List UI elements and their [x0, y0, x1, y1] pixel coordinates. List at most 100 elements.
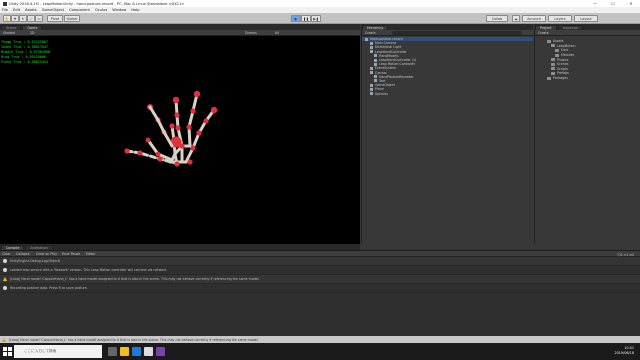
pause-icon[interactable]: ❚❚ — [301, 15, 311, 22]
folder-icon — [551, 62, 555, 66]
file-explorer-icon[interactable] — [120, 347, 129, 356]
hierarchy-panel: Create hand-posture-record Main Camera D… — [361, 30, 533, 244]
gameobject-icon — [370, 66, 373, 70]
edge-browser-icon[interactable] — [132, 347, 141, 356]
layers-dropdown[interactable]: Layers — [548, 15, 572, 22]
windows-taskbar: ここに入力して検索 10:41 2019/06/18 — [0, 343, 640, 360]
gameobject-icon — [374, 75, 377, 79]
gameobject-icon — [370, 71, 373, 75]
menu-component[interactable]: Component — [69, 8, 90, 12]
collab-button[interactable]: Collab — [486, 15, 508, 22]
play-icon[interactable]: ▶ — [291, 15, 301, 22]
window-title: Unity 2018.4.1f1 - LeapMotionUnity - han… — [9, 1, 185, 6]
menu-file[interactable]: File — [2, 8, 8, 12]
console-toolbar: Clear Collapse Clear on Play Error Pause… — [0, 251, 640, 257]
console-row[interactable]: UnityEngine.Debug:Log(Object) — [0, 257, 640, 266]
console-panel: Clear Collapse Clear on Play Error Pause… — [0, 250, 640, 336]
project-panel: Create Assets LeapMotion Core Modules Pl… — [534, 30, 640, 244]
taskbar-clock[interactable]: 10:41 2019/06/18 — [614, 346, 634, 356]
menu-window[interactable]: Window — [112, 8, 126, 12]
folder-icon — [547, 39, 551, 43]
console-row[interactable]: Loaded leap service with a 'Network' ver… — [0, 266, 640, 275]
taskbar-search-input[interactable]: ここに入力して検索 — [14, 345, 102, 358]
scene-icon — [365, 37, 368, 41]
console-clear-button[interactable]: Clear — [2, 252, 10, 256]
rotate-tool-icon[interactable]: ↻ — [19, 15, 27, 22]
hierarchy-search-input[interactable] — [392, 31, 522, 35]
folder-icon — [555, 48, 559, 52]
capsule-hand-model — [124, 90, 218, 167]
gameobject-icon — [370, 87, 373, 91]
gameobject-icon — [374, 79, 377, 83]
menu-gameobject[interactable]: GameObject — [42, 8, 64, 12]
folder-icon — [551, 44, 555, 48]
hand-tool-icon[interactable]: ✋ — [3, 15, 11, 22]
info-icon — [3, 286, 7, 290]
gameobject-icon — [370, 50, 373, 54]
project-create-button[interactable]: Create — [538, 31, 549, 35]
info-icon — [3, 259, 7, 263]
shading-mode-dropdown[interactable]: Shaded — [3, 31, 15, 35]
close-button[interactable]: ✕ — [622, 1, 640, 6]
folder-icon — [551, 58, 555, 62]
menu-oculus[interactable]: Oculus — [95, 8, 107, 12]
hierarchy-create-button[interactable]: Create — [365, 31, 376, 35]
gameobject-icon — [374, 58, 377, 62]
editor-status-bar[interactable]: [Leap] Hand model 'CapsuleHand_L' has a … — [0, 336, 640, 343]
layout-dropdown[interactable]: Layout — [574, 15, 598, 22]
gameobject-icon — [370, 92, 373, 96]
console-clear-on-play-toggle[interactable]: Clear on Play — [36, 252, 57, 256]
task-view-icon[interactable] — [108, 347, 117, 356]
game-viewport[interactable]: Thumb True : 0.97123007 Index True : 0.9… — [0, 36, 360, 244]
window-titlebar: Unity 2018.4.1f1 - LeapMotionUnity - han… — [0, 0, 640, 7]
scale-tool-icon[interactable]: ⤢ — [27, 15, 35, 22]
hierarchy-toolbar: Create — [362, 30, 533, 36]
clock-date: 2019/06/18 — [614, 351, 634, 355]
scene-search-input[interactable]: All — [275, 31, 279, 35]
gameobject-icon — [374, 62, 377, 66]
project-folder[interactable]: Packages — [535, 76, 640, 81]
step-icon[interactable]: ▶❚ — [311, 15, 321, 22]
menu-help[interactable]: Help — [131, 8, 139, 12]
minimize-button[interactable]: — — [586, 1, 604, 6]
unity-taskbar-icon[interactable] — [144, 347, 153, 356]
move-tool-icon[interactable]: ✥ — [11, 15, 19, 22]
console-collapse-toggle[interactable]: Collapse — [16, 252, 30, 256]
global-toggle[interactable]: Global — [64, 15, 80, 22]
2d-toggle[interactable]: 2D — [30, 31, 34, 35]
gameobject-icon — [370, 41, 373, 45]
console-row[interactable]: Recording posture data. Press R to save … — [0, 284, 640, 293]
status-message: [Leap] Hand model 'CapsuleHand_L' has a … — [9, 337, 259, 342]
hierarchy-item[interactable]: Spheres — [362, 91, 533, 96]
info-icon — [3, 268, 7, 272]
console-editor-dropdown[interactable]: Editor — [86, 252, 95, 256]
menu-edit[interactable]: Edit — [13, 8, 20, 12]
rect-tool-icon[interactable]: ▭ — [35, 15, 43, 22]
hierarchy-tree: hand-posture-record Main Camera Directio… — [362, 36, 533, 96]
hand-joints — [124, 90, 218, 167]
folder-icon — [551, 67, 555, 71]
visual-studio-icon[interactable] — [156, 347, 165, 356]
console-log-list: UnityEngine.Debug:Log(Object) Loaded lea… — [0, 257, 640, 293]
pivot-toggle[interactable]: Pivot — [47, 15, 63, 22]
gameobject-icon — [370, 83, 373, 87]
cloud-icon[interactable]: ☁ — [512, 15, 520, 22]
folder-icon — [547, 76, 551, 80]
console-counts: ⓘ0 ⚠1 ⊘2 — [617, 253, 634, 257]
account-button[interactable]: Account — [522, 15, 546, 22]
windows-start-icon[interactable] — [3, 347, 12, 356]
project-tree: Assets LeapMotion Core Modules Plugins S… — [535, 36, 640, 80]
gizmos-dropdown[interactable]: Gizmos — [245, 31, 257, 35]
console-error-pause-toggle[interactable]: Error Pause — [62, 252, 80, 256]
gameobject-icon — [370, 45, 373, 49]
console-row[interactable]: [Leap] Hand model 'CapsuleHand_L' has a … — [0, 275, 640, 284]
folder-icon — [551, 71, 555, 75]
warning-icon — [3, 277, 7, 281]
main-toolbar: ✋ ✥ ↻ ⤢ ▭ Pivot Global ▶ ❚❚ ▶❚ Collab ☁ … — [0, 13, 640, 24]
status-warning-icon — [2, 337, 6, 342]
maximize-button[interactable]: ☐ — [604, 1, 622, 6]
folder-icon — [555, 53, 559, 57]
unity-logo-icon — [3, 1, 7, 6]
gameobject-icon — [374, 54, 377, 58]
menu-assets[interactable]: Assets — [25, 8, 37, 12]
